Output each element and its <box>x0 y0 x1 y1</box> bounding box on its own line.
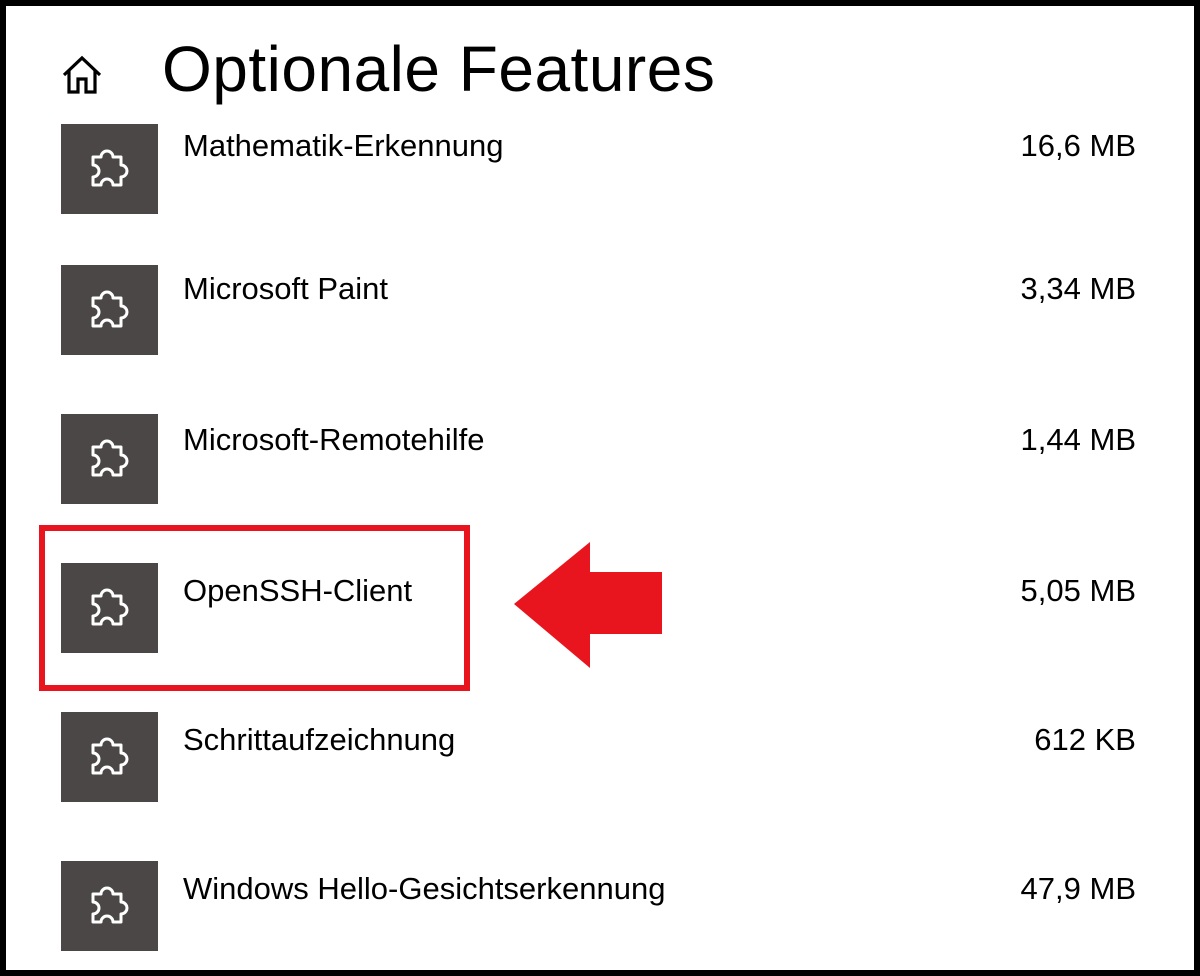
page-header: Optionale Features <box>6 6 1194 124</box>
home-icon <box>62 55 102 94</box>
feature-name: Microsoft-Remotehilfe <box>183 422 485 457</box>
feature-item-microsoft-paint[interactable]: Microsoft Paint 3,34 MB <box>6 265 1194 385</box>
feature-tile <box>61 265 158 355</box>
feature-name: Mathematik-Erkennung <box>183 128 504 163</box>
settings-window: Optionale Features Mathematik-Erkennung … <box>6 6 1194 970</box>
feature-size: 3,34 MB <box>1020 271 1136 306</box>
feature-tile <box>61 124 158 214</box>
home-button[interactable] <box>58 50 106 98</box>
feature-item-schrittaufzeichnung[interactable]: Schrittaufzeichnung 612 KB <box>6 712 1194 832</box>
puzzle-icon <box>91 149 129 187</box>
feature-size: 47,9 MB <box>1020 871 1136 906</box>
feature-name: Schrittaufzeichnung <box>183 722 456 757</box>
feature-name: OpenSSH-Client <box>183 573 413 608</box>
feature-name: Microsoft Paint <box>183 271 389 306</box>
puzzle-icon <box>91 737 129 775</box>
feature-item-openssh-client[interactable]: OpenSSH-Client 5,05 MB <box>6 563 1194 683</box>
feature-size: 16,6 MB <box>1020 128 1136 163</box>
puzzle-icon <box>91 588 129 626</box>
feature-size: 1,44 MB <box>1020 422 1136 457</box>
feature-tile <box>61 712 158 802</box>
puzzle-icon <box>91 290 129 328</box>
feature-size: 612 KB <box>1034 722 1136 757</box>
feature-size: 5,05 MB <box>1020 573 1136 608</box>
feature-item-mathematik-erkennung[interactable]: Mathematik-Erkennung 16,6 MB <box>6 124 1194 244</box>
feature-item-windows-hello[interactable]: Windows Hello-Gesichtserkennung 47,9 MB <box>6 861 1194 970</box>
feature-item-microsoft-remotehilfe[interactable]: Microsoft-Remotehilfe 1,44 MB <box>6 414 1194 534</box>
feature-tile <box>61 563 158 653</box>
feature-tile <box>61 861 158 951</box>
puzzle-icon <box>91 439 129 477</box>
feature-tile <box>61 414 158 504</box>
page-title: Optionale Features <box>162 33 716 105</box>
puzzle-icon <box>91 886 129 924</box>
feature-name: Windows Hello-Gesichtserkennung <box>183 871 666 906</box>
